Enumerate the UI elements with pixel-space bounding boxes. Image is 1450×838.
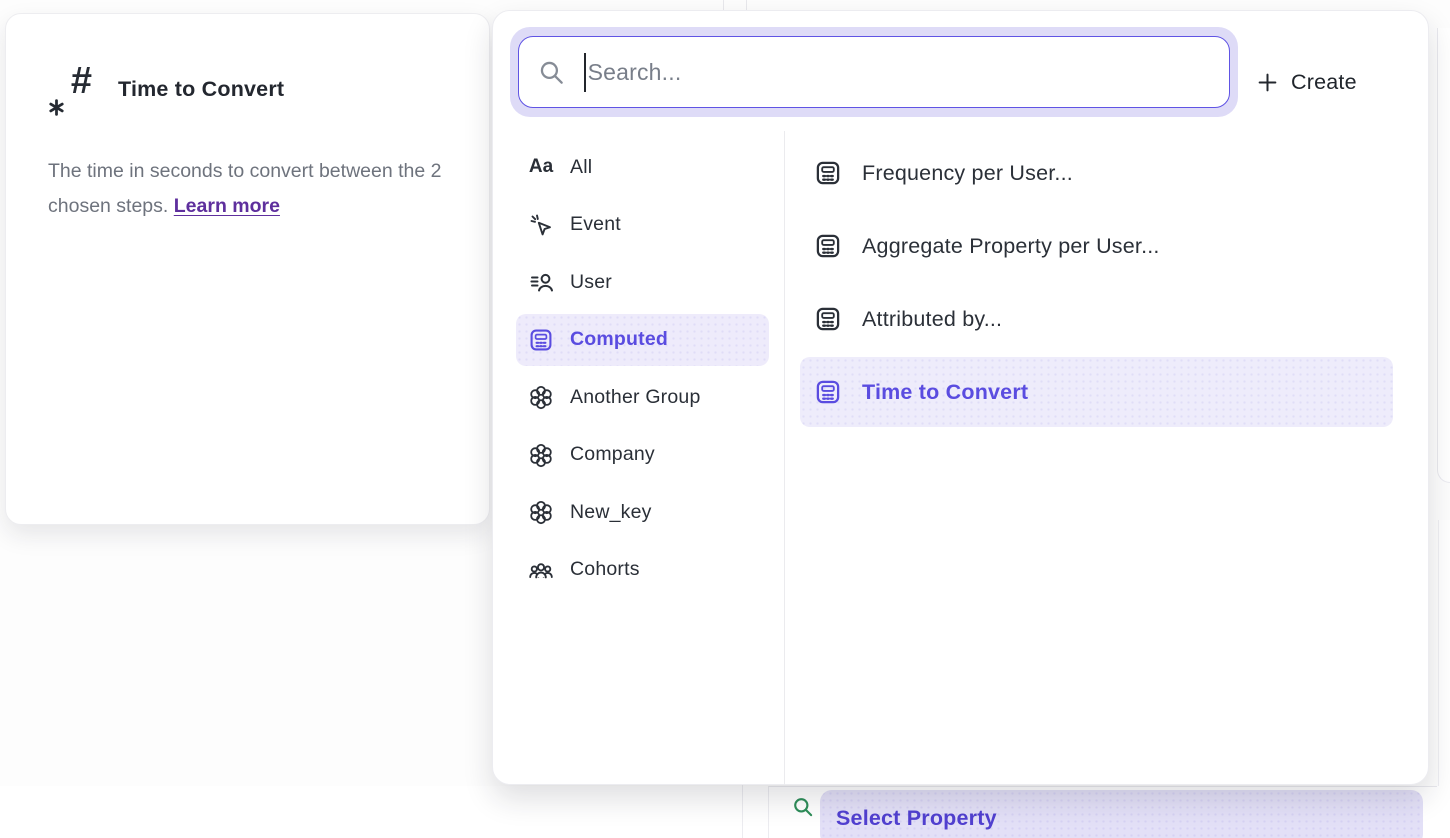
result-label: Time to Convert bbox=[862, 380, 1028, 405]
panel-divider bbox=[784, 131, 785, 785]
property-search-icon bbox=[792, 796, 814, 818]
category-label: User bbox=[570, 271, 612, 294]
user-list-icon bbox=[528, 269, 554, 295]
create-button-label: Create bbox=[1291, 70, 1357, 95]
category-label: Computed bbox=[570, 328, 668, 351]
property-tooltip-card: # Time to Convert The time in seconds to… bbox=[5, 13, 490, 525]
calculator-icon bbox=[814, 232, 842, 260]
property-picker-dropdown: Search... Create Aa All Event bbox=[492, 10, 1429, 785]
category-item-new-key[interactable]: New_key bbox=[516, 486, 769, 538]
cohorts-icon bbox=[528, 557, 554, 583]
category-label: New_key bbox=[570, 501, 652, 524]
category-label: All bbox=[570, 156, 592, 179]
category-item-cohorts[interactable]: Cohorts bbox=[516, 544, 769, 596]
category-item-company[interactable]: Company bbox=[516, 429, 769, 481]
category-label: Event bbox=[570, 213, 621, 236]
result-item-frequency-per-user[interactable]: Frequency per User... bbox=[800, 138, 1393, 208]
category-item-computed[interactable]: Computed bbox=[516, 314, 769, 366]
category-label: Another Group bbox=[570, 386, 701, 409]
background-divider bbox=[768, 786, 769, 838]
search-focus-ring: Search... bbox=[510, 27, 1238, 117]
text-cursor bbox=[584, 53, 586, 92]
group-icon bbox=[528, 499, 554, 525]
search-placeholder: Search... bbox=[588, 59, 682, 86]
category-item-another-group[interactable]: Another Group bbox=[516, 371, 769, 423]
search-input[interactable]: Search... bbox=[518, 36, 1230, 108]
background-panel-right bbox=[1437, 28, 1450, 483]
background-divider bbox=[742, 780, 743, 838]
calculator-icon bbox=[814, 159, 842, 187]
tooltip-description: The time in seconds to convert between t… bbox=[48, 154, 448, 224]
category-list: Aa All Event User bbox=[516, 141, 769, 596]
create-button[interactable]: Create bbox=[1257, 59, 1397, 105]
learn-more-link[interactable]: Learn more bbox=[174, 195, 280, 217]
category-item-event[interactable]: Event bbox=[516, 199, 769, 251]
plus-icon bbox=[1257, 72, 1278, 93]
category-item-user[interactable]: User bbox=[516, 256, 769, 308]
results-list: Frequency per User... Aggregate Property… bbox=[800, 138, 1393, 427]
result-label: Aggregate Property per User... bbox=[862, 234, 1160, 259]
cursor-click-icon bbox=[528, 212, 554, 238]
result-label: Attributed by... bbox=[862, 307, 1002, 332]
result-item-aggregate-property-per-user[interactable]: Aggregate Property per User... bbox=[800, 211, 1393, 281]
tooltip-title: Time to Convert bbox=[118, 77, 284, 102]
category-label: Company bbox=[570, 443, 655, 466]
select-property-button[interactable]: Select Property bbox=[820, 790, 1423, 838]
background-divider bbox=[768, 786, 1437, 787]
group-icon bbox=[528, 442, 554, 468]
numeric-computed-property-icon: # bbox=[48, 62, 92, 116]
screen: Select Property # Time to Convert The ti… bbox=[0, 0, 1450, 838]
select-property-label: Select Property bbox=[836, 806, 997, 831]
group-icon bbox=[528, 384, 554, 410]
result-item-attributed-by[interactable]: Attributed by... bbox=[800, 284, 1393, 354]
background-property-row: Select Property bbox=[0, 786, 1450, 838]
calculator-icon bbox=[528, 327, 554, 353]
text-format-icon: Aa bbox=[528, 156, 554, 178]
result-item-time-to-convert[interactable]: Time to Convert bbox=[800, 357, 1393, 427]
asterisk-icon bbox=[48, 99, 65, 116]
category-label: Cohorts bbox=[570, 558, 640, 581]
calculator-icon bbox=[814, 305, 842, 333]
result-label: Frequency per User... bbox=[862, 161, 1073, 186]
category-item-all[interactable]: Aa All bbox=[516, 141, 769, 193]
calculator-icon bbox=[814, 378, 842, 406]
search-icon bbox=[538, 59, 565, 86]
